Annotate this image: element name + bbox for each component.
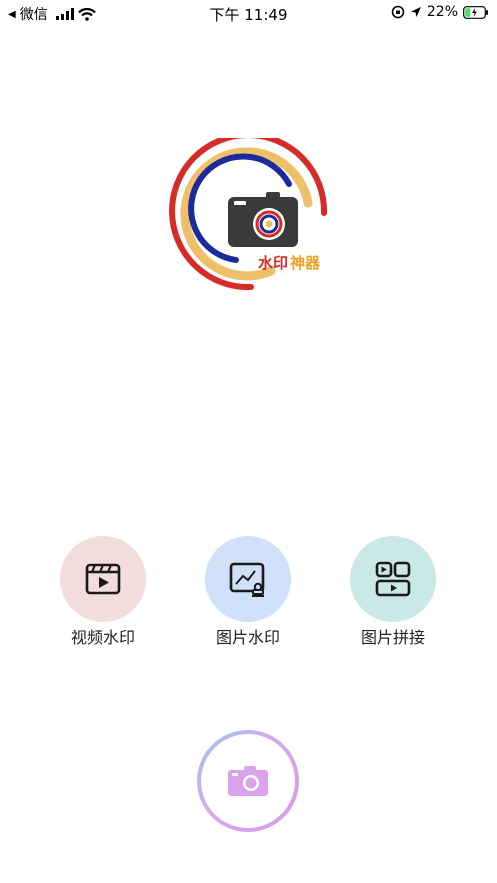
- app-logo: 水印 神器: [168, 132, 330, 291]
- battery-charging-icon: [463, 5, 488, 19]
- image-collage-button[interactable]: 图片拼接: [333, 536, 453, 648]
- camera-button-inner[interactable]: [201, 734, 295, 828]
- status-right: 22%: [391, 4, 489, 20]
- logo-text-2: 神器: [290, 254, 321, 272]
- video-watermark-button[interactable]: 视频水印: [43, 536, 163, 648]
- camera-icon: [228, 766, 268, 796]
- image-stamp-icon: [229, 562, 265, 597]
- image-collage-circle[interactable]: [350, 536, 436, 622]
- image-collage-label: 图片拼接: [360, 628, 425, 647]
- camera-button[interactable]: [197, 730, 299, 832]
- feature-menu: 视频水印 图片水印 图片拼接: [0, 536, 497, 648]
- logo-text-1: 水印: [258, 254, 288, 272]
- location-arrow-icon: [410, 7, 421, 17]
- status-bar: ◀ 微信 下午 11:49 22%: [0, 0, 497, 26]
- image-watermark-label: 图片水印: [215, 628, 280, 647]
- image-watermark-button[interactable]: 图片水印: [188, 536, 308, 648]
- video-watermark-circle[interactable]: [60, 536, 146, 622]
- image-watermark-circle[interactable]: [205, 536, 291, 622]
- video-clapper-icon: [85, 563, 121, 595]
- battery-percent: 22%: [426, 4, 458, 20]
- video-watermark-label: 视频水印: [70, 628, 135, 647]
- collage-grid-icon: [375, 561, 411, 597]
- orientation-lock-icon: [391, 5, 405, 19]
